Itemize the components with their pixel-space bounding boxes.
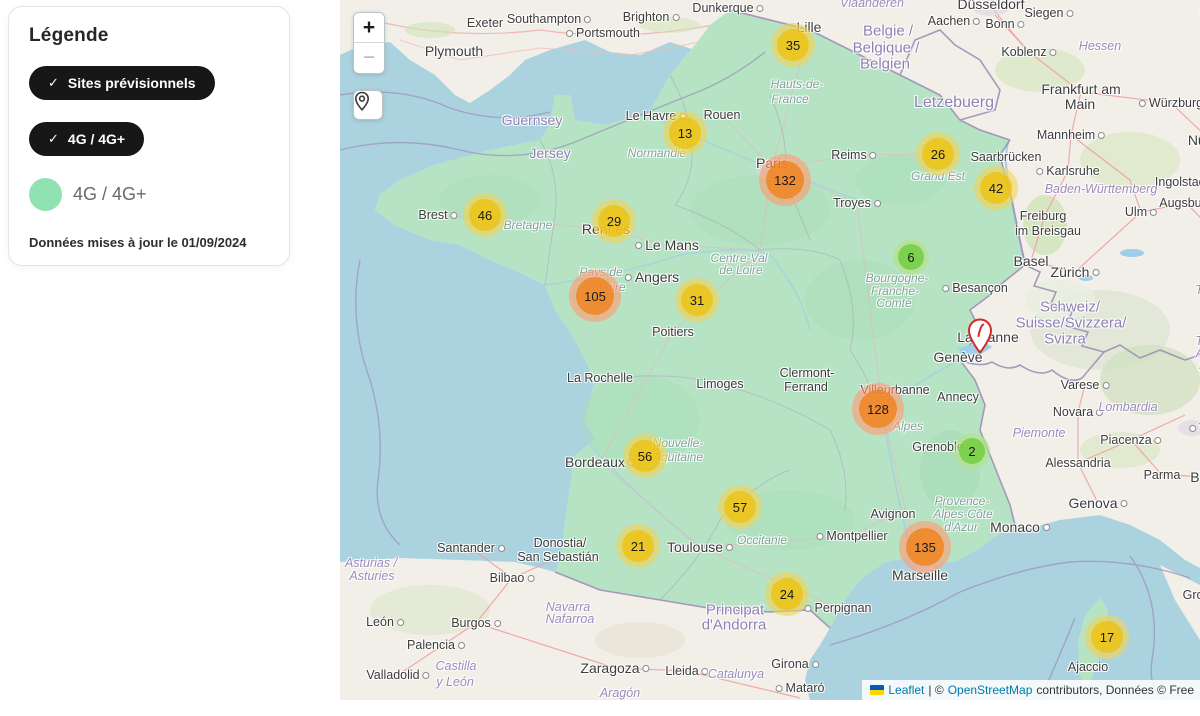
check-icon: ✓ — [48, 131, 59, 147]
ukraine-flag-icon — [870, 685, 884, 695]
site-pin-marker[interactable] — [967, 318, 993, 354]
map-attribution: Leaflet | © OpenStreetMap contributors, … — [862, 680, 1200, 700]
leaflet-link[interactable]: Leaflet — [888, 683, 924, 697]
coverage-map[interactable]: ExeterSouthamptonBrightonPortsmouthPlymo… — [340, 0, 1200, 700]
cluster-count: 6 — [898, 244, 924, 270]
cluster-count: 21 — [622, 530, 654, 562]
cluster-count: 135 — [906, 528, 944, 566]
cluster-marker[interactable]: 13 — [663, 111, 707, 155]
cluster-count: 2 — [959, 438, 985, 464]
coverage-swatch-label: 4G / 4G+ — [73, 184, 147, 205]
cluster-marker[interactable]: 132 — [759, 154, 811, 206]
cluster-count: 42 — [980, 172, 1012, 204]
check-icon: ✓ — [48, 75, 59, 91]
legend-panel: Légende ✓ Sites prévisionnels ✓ 4G / 4G+… — [8, 6, 290, 266]
attribution-separator: | © — [928, 683, 943, 697]
cluster-marker[interactable]: 31 — [675, 278, 719, 322]
cluster-count: 128 — [859, 390, 897, 428]
cluster-count: 26 — [922, 138, 954, 170]
cluster-marker[interactable]: 29 — [592, 199, 636, 243]
attribution-suffix: contributors, Données © Free — [1036, 683, 1194, 697]
legend-title: Légende — [29, 25, 269, 47]
cluster-count: 46 — [469, 199, 501, 231]
cluster-marker[interactable]: 135 — [899, 521, 951, 573]
cluster-marker[interactable]: 17 — [1085, 615, 1129, 659]
cluster-marker[interactable]: 56 — [623, 434, 667, 478]
cluster-marker[interactable]: 2 — [954, 433, 990, 469]
cluster-count: 35 — [777, 29, 809, 61]
cluster-marker[interactable]: 57 — [718, 485, 762, 529]
data-updated-text: Données mises à jour le 01/09/2024 — [29, 235, 269, 250]
cluster-count: 24 — [771, 578, 803, 610]
cluster-marker[interactable]: 128 — [852, 383, 904, 435]
openstreetmap-link[interactable]: OpenStreetMap — [948, 683, 1033, 697]
cluster-marker[interactable]: 42 — [974, 166, 1018, 210]
cluster-count: 31 — [681, 284, 713, 316]
cluster-marker[interactable]: 24 — [765, 572, 809, 616]
cluster-marker[interactable]: 26 — [916, 132, 960, 176]
cluster-count: 132 — [766, 161, 804, 199]
legend-toggle-label: 4G / 4G+ — [68, 131, 125, 147]
cluster-layer: 35 13 132 26 42 46 29 6 105 31 128 2 56 57 21 135 24 17 — [340, 0, 1200, 700]
cluster-marker[interactable]: 46 — [463, 193, 507, 237]
zoom-control: + − — [353, 12, 385, 74]
legend-toggle-label: Sites prévisionnels — [68, 75, 196, 91]
legend-toggle-sites-previsionnels[interactable]: ✓ Sites prévisionnels — [29, 66, 215, 100]
cluster-count: 17 — [1091, 621, 1123, 653]
cluster-count: 13 — [669, 117, 701, 149]
zoom-in-button[interactable]: + — [354, 13, 384, 43]
cluster-marker[interactable]: 6 — [893, 239, 929, 275]
locate-pin-button[interactable] — [353, 90, 383, 120]
cluster-count: 29 — [598, 205, 630, 237]
cluster-count: 57 — [724, 491, 756, 523]
cluster-count: 105 — [576, 277, 614, 315]
cluster-marker[interactable]: 105 — [569, 270, 621, 322]
cluster-marker[interactable]: 35 — [771, 23, 815, 67]
coverage-swatch-4g — [29, 178, 62, 211]
zoom-out-button[interactable]: − — [354, 43, 384, 73]
legend-toggle-4g[interactable]: ✓ 4G / 4G+ — [29, 122, 144, 156]
cluster-marker[interactable]: 21 — [616, 524, 660, 568]
cluster-count: 56 — [629, 440, 661, 472]
map-pin-icon — [354, 91, 370, 111]
